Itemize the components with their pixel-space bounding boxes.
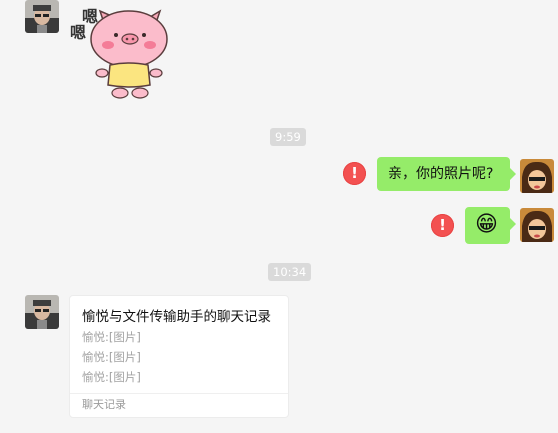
- chat-record-title: 愉悦与文件传输助手的聊天记录: [82, 309, 271, 325]
- pig-sticker[interactable]: 嗯 嗯: [68, 3, 172, 103]
- chat-record-line: 愉悦:[图片]: [82, 370, 141, 384]
- avatar-self-2[interactable]: [520, 208, 554, 242]
- send-failed-icon[interactable]: !: [343, 162, 366, 185]
- message-bubble-outgoing-text[interactable]: 亲，你的照片呢?: [377, 157, 516, 191]
- avatar-contact[interactable]: [25, 0, 59, 33]
- pig-icon: [90, 9, 168, 99]
- grinning-emoji-icon: 😁: [475, 212, 498, 237]
- chat-record-card[interactable]: 愉悦与文件传输助手的聊天记录 愉悦:[图片] 愉悦:[图片] 愉悦:[图片] 聊…: [69, 295, 289, 418]
- avatar-contact-2[interactable]: [25, 295, 59, 329]
- chat-record-footer: 聊天记录: [82, 398, 126, 411]
- timestamp-2: 10:34: [268, 263, 312, 281]
- avatar-self[interactable]: [520, 159, 554, 193]
- sticker-text-bottom: 嗯: [70, 23, 87, 42]
- timestamp-1: 9:59: [270, 128, 306, 146]
- chat-record-line: 愉悦:[图片]: [82, 350, 141, 364]
- message-bubble-outgoing-emoji[interactable]: 😁: [465, 207, 516, 244]
- send-failed-icon-2[interactable]: !: [431, 214, 454, 237]
- card-divider: [70, 393, 288, 394]
- message-text: 亲，你的照片呢?: [388, 166, 494, 182]
- chat-record-line: 愉悦:[图片]: [82, 330, 141, 344]
